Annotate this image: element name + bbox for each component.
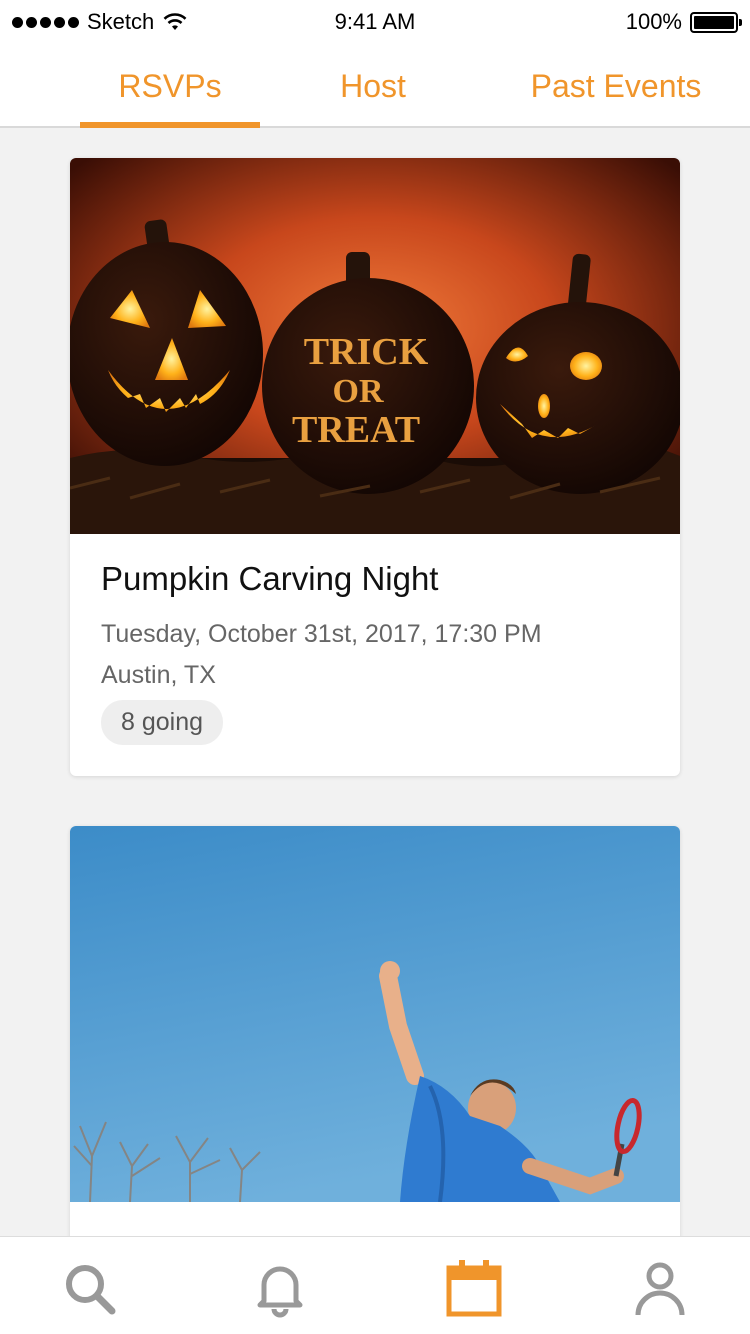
nav-search[interactable] bbox=[58, 1257, 122, 1321]
battery-icon bbox=[690, 11, 742, 33]
svg-text:TRICK: TRICK bbox=[304, 331, 429, 373]
tab-host[interactable]: Host bbox=[300, 44, 446, 128]
profile-icon bbox=[635, 1262, 685, 1316]
nav-profile[interactable] bbox=[628, 1257, 692, 1321]
status-right: 100% bbox=[625, 9, 742, 35]
event-card[interactable]: TRICK OR TREAT Pumpkin Carving Night Tue… bbox=[70, 158, 680, 776]
event-image-tennis bbox=[70, 826, 680, 1202]
status-bar: Sketch 9:41 AM 100% bbox=[0, 0, 750, 44]
tab-past-events[interactable]: Past Events bbox=[506, 44, 726, 128]
going-count-badge: 8 going bbox=[101, 700, 224, 745]
event-date: Tuesday, October 31st, 2017, 17:30 PM bbox=[101, 620, 542, 648]
tab-bar: RSVPs Host Past Events bbox=[0, 44, 750, 128]
bottom-nav bbox=[0, 1236, 750, 1334]
svg-text:OR: OR bbox=[333, 373, 384, 410]
svg-text:TREAT: TREAT bbox=[292, 409, 420, 451]
event-title: Pumpkin Carving Night bbox=[101, 560, 439, 597]
calendar-icon bbox=[446, 1260, 502, 1317]
bell-icon bbox=[257, 1266, 303, 1318]
nav-events[interactable] bbox=[442, 1257, 506, 1321]
battery-percent: 100% bbox=[625, 9, 682, 34]
tab-rsvps[interactable]: RSVPs bbox=[80, 44, 260, 128]
nav-notifications[interactable] bbox=[248, 1257, 312, 1321]
search-icon bbox=[66, 1265, 116, 1315]
active-tab-indicator bbox=[80, 122, 260, 128]
event-image-pumpkins: TRICK OR TREAT bbox=[70, 158, 680, 534]
event-location: Austin, TX bbox=[101, 661, 216, 689]
event-card[interactable] bbox=[70, 826, 680, 1286]
